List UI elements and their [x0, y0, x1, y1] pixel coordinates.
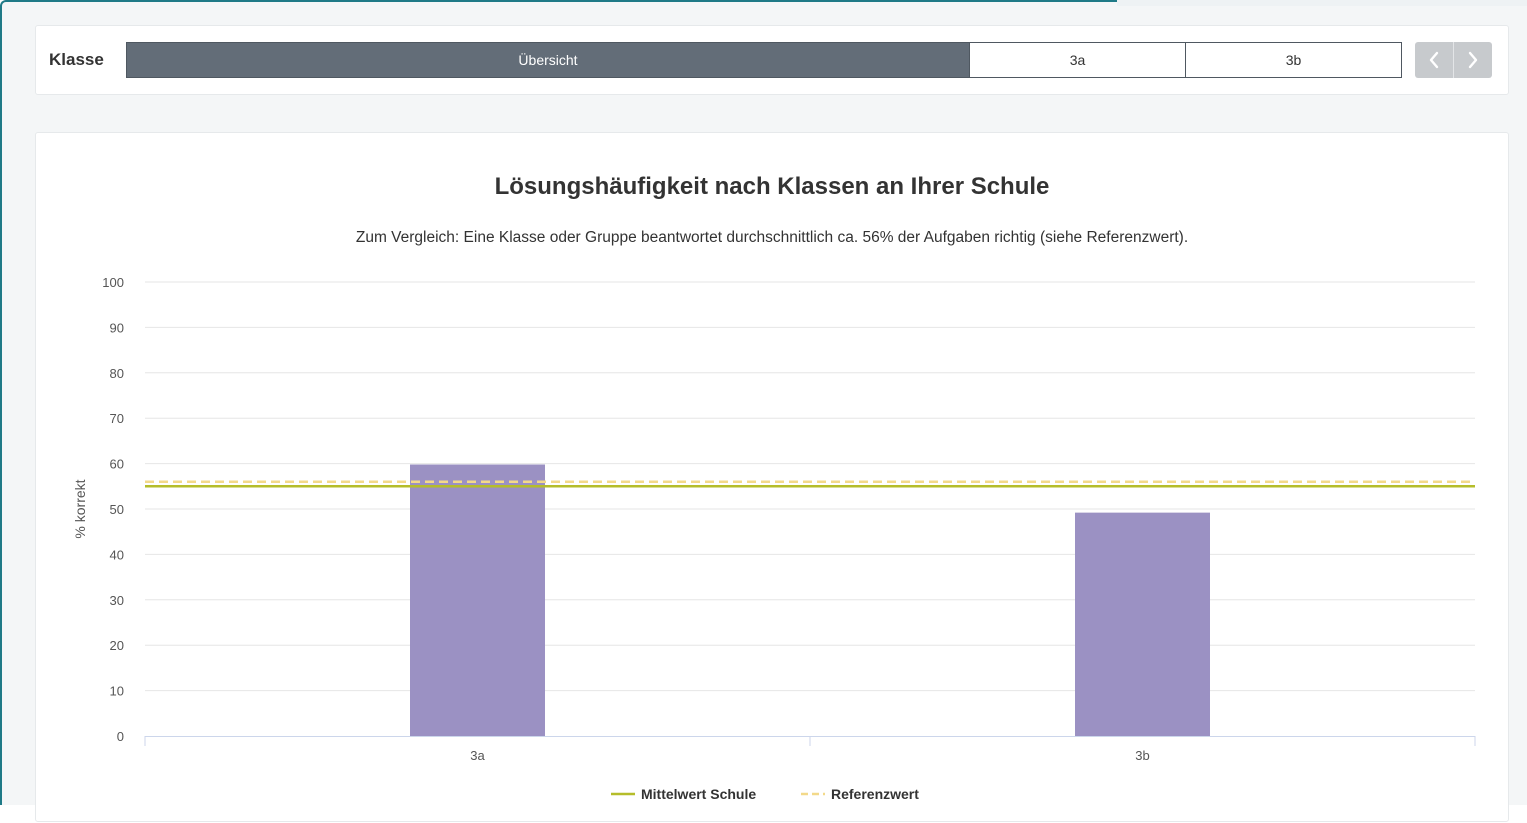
tab-overview[interactable]: Übersicht — [126, 42, 970, 78]
tab-class-3a[interactable]: 3a — [969, 42, 1186, 78]
x-tick-label: 3a — [470, 748, 485, 763]
legend-reference-label[interactable]: Referenzwert — [831, 786, 919, 802]
chart-title: Lösungshäufigkeit nach Klassen an Ihrer … — [495, 173, 1050, 200]
bar-3a[interactable] — [410, 464, 545, 736]
y-tick-label: 20 — [110, 638, 124, 653]
chart-subtitle: Zum Vergleich: Eine Klasse oder Gruppe b… — [356, 229, 1188, 246]
y-tick-label: 90 — [110, 320, 124, 335]
legend-school-mean-label[interactable]: Mittelwert Schule — [641, 786, 756, 802]
y-tick-label: 0 — [117, 729, 124, 744]
tab-class-3b[interactable]: 3b — [1185, 42, 1402, 78]
y-tick-label: 70 — [110, 411, 124, 426]
y-tick-label: 30 — [110, 593, 124, 608]
next-class-button[interactable] — [1453, 42, 1492, 78]
y-axis-title: % korrekt — [72, 479, 88, 538]
class-label: Klasse — [49, 50, 104, 69]
x-tick-label: 3b — [1135, 748, 1149, 763]
prev-class-button[interactable] — [1415, 42, 1453, 78]
top-right-tab-strip — [1117, 0, 1527, 6]
chevron-left-icon — [1429, 51, 1439, 69]
y-tick-label: 100 — [102, 275, 124, 290]
y-tick-label: 80 — [110, 366, 124, 381]
y-tick-label: 10 — [110, 684, 124, 699]
bar-chart: Lösungshäufigkeit nach Klassen an Ihrer … — [72, 173, 1476, 802]
y-tick-label: 50 — [110, 502, 124, 517]
y-tick-label: 60 — [110, 457, 124, 472]
chart-card: Lösungshäufigkeit nach Klassen an Ihrer … — [35, 132, 1509, 822]
y-tick-label: 40 — [110, 547, 124, 562]
bar-3b[interactable] — [1075, 512, 1210, 736]
class-selector-bar: Klasse Übersicht 3a 3b — [35, 25, 1509, 95]
class-nav-buttons — [1415, 42, 1492, 78]
chevron-right-icon — [1468, 51, 1478, 69]
